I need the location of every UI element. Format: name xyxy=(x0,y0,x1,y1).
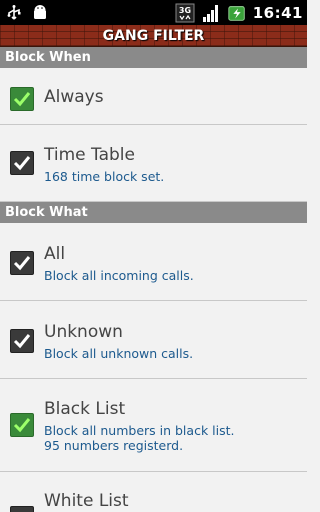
status-time: 16:41 xyxy=(252,3,303,22)
option-label: Always xyxy=(44,87,104,107)
checkmark-icon xyxy=(13,156,31,171)
option-label: Time Table xyxy=(44,145,135,165)
app-title-bar: GANG FILTER xyxy=(0,25,307,47)
status-bar: 3G 16:41 xyxy=(0,0,307,25)
option-label: All xyxy=(44,244,66,264)
svg-text:3G: 3G xyxy=(179,6,191,15)
option-description-count: 95 numbers registerd. xyxy=(44,438,184,453)
app-title: GANG FILTER xyxy=(102,27,205,44)
option-always[interactable]: Always xyxy=(0,68,307,125)
option-white-list[interactable]: White List xyxy=(0,472,307,512)
option-time-table[interactable]: Time Table 168 time block set. xyxy=(0,125,307,202)
white-list-checkbox[interactable] xyxy=(10,506,34,512)
checkmark-icon xyxy=(13,334,31,349)
section-header-block-when: Block When xyxy=(0,47,307,68)
section-header-block-what: Block What xyxy=(0,202,307,223)
option-unknown[interactable]: Unknown Block all unknown calls. xyxy=(0,301,307,379)
option-description: Block all unknown calls. xyxy=(44,346,194,361)
black-list-checkbox[interactable] xyxy=(10,413,34,437)
checkmark-icon xyxy=(13,418,31,433)
option-description: 168 time block set. xyxy=(44,169,165,184)
option-description: Block all numbers in black list. xyxy=(44,423,235,438)
option-label: White List xyxy=(44,491,129,511)
option-black-list[interactable]: Black List Block all numbers in black li… xyxy=(0,379,307,472)
signal-icon xyxy=(201,3,221,23)
battery-charging-icon xyxy=(227,3,247,23)
all-checkbox[interactable] xyxy=(10,251,34,275)
checkmark-icon xyxy=(13,256,31,271)
3g-icon: 3G xyxy=(175,3,195,23)
option-label: Unknown xyxy=(44,322,123,342)
option-description: Block all incoming calls. xyxy=(44,268,194,283)
option-label: Black List xyxy=(44,399,126,419)
unknown-checkbox[interactable] xyxy=(10,329,34,353)
usb-icon xyxy=(4,3,24,23)
option-all[interactable]: All Block all incoming calls. xyxy=(0,223,307,301)
checkmark-icon xyxy=(13,92,31,107)
android-icon xyxy=(30,3,50,23)
always-checkbox[interactable] xyxy=(10,87,34,111)
time-table-checkbox[interactable] xyxy=(10,151,34,175)
